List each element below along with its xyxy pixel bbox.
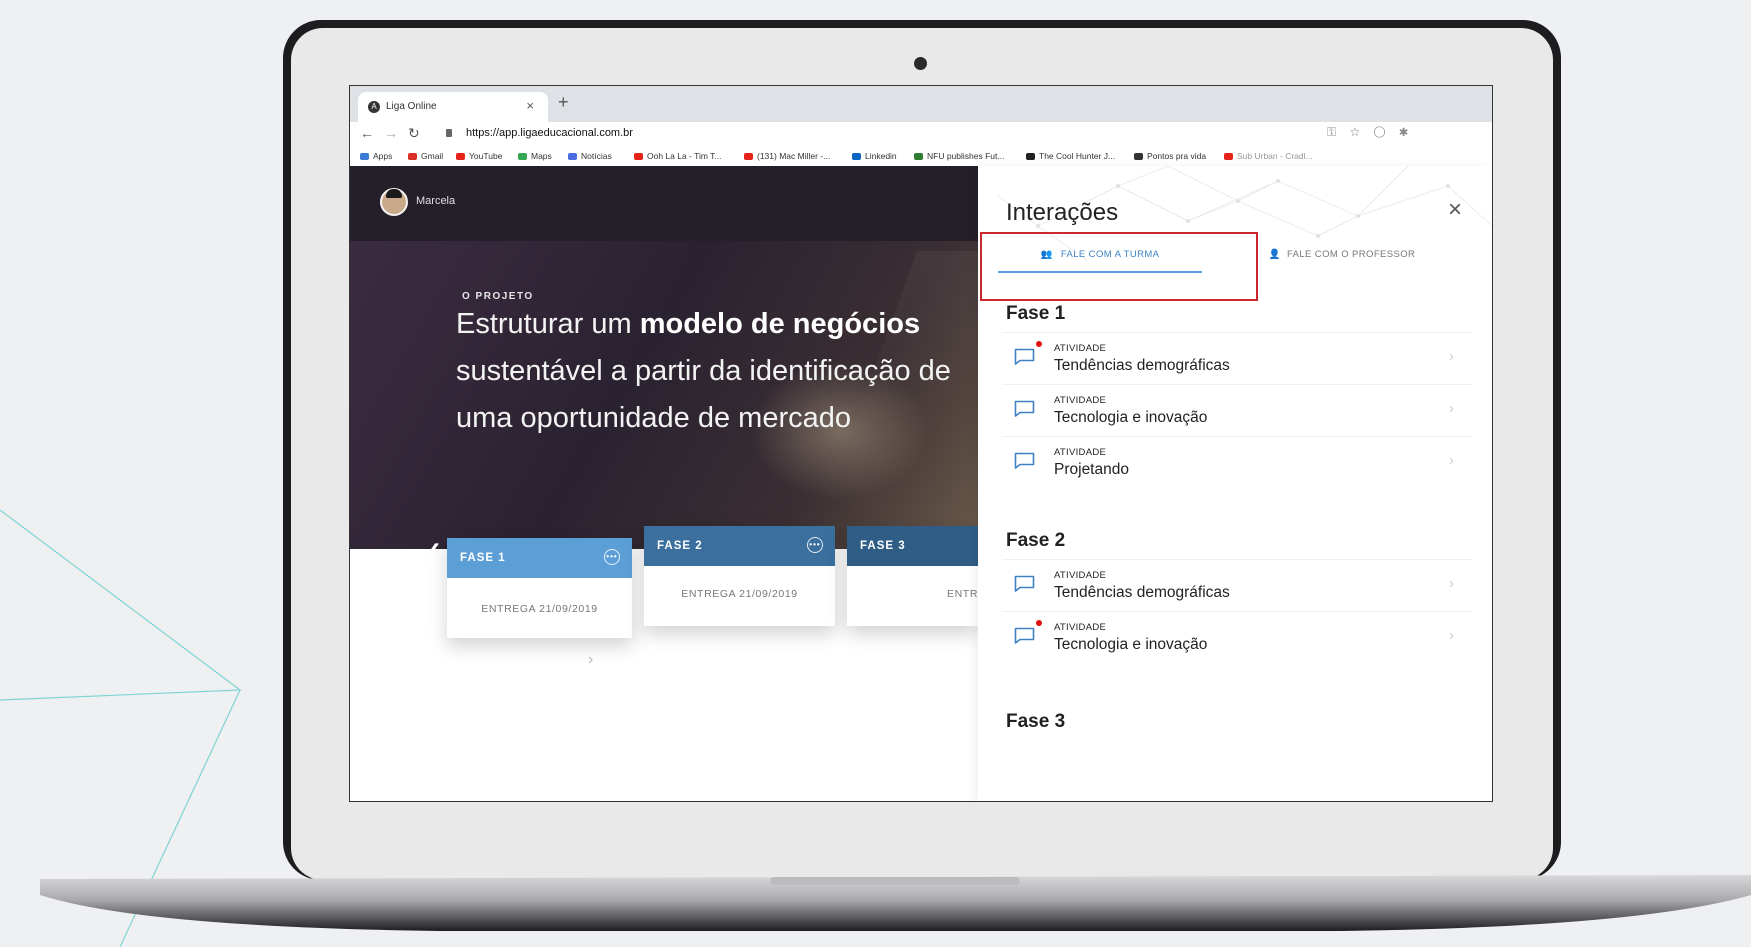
- activity-name: Tecnologia e inovação: [1054, 636, 1208, 653]
- phase-card[interactable]: FASE 2 ••• ENTREGA 21/09/2019: [644, 526, 835, 626]
- user-icon: 👤: [1268, 249, 1281, 260]
- phase-card-label: FASE 1: [460, 552, 506, 564]
- carousel-prev-icon[interactable]: ‹: [430, 531, 440, 549]
- chevron-right-icon[interactable]: ›: [588, 651, 593, 669]
- tab-title: Liga Online: [386, 101, 437, 112]
- browser-tab[interactable]: A Liga Online ×: [358, 92, 548, 122]
- chevron-right-icon: ›: [1449, 575, 1454, 592]
- activity-kind: ATIVIDADE: [1054, 622, 1107, 633]
- laptop-screen: A Liga Online × + ← → ↻ https://app.liga…: [349, 85, 1493, 802]
- bookmark-item[interactable]: (131) Mac Miller -...: [744, 151, 830, 161]
- new-tab-button[interactable]: +: [558, 92, 569, 113]
- phase-card-header: FASE 3: [847, 526, 978, 566]
- close-icon[interactable]: ×: [1448, 196, 1462, 224]
- phase-card[interactable]: FASE 3 ENTR: [847, 526, 978, 626]
- chevron-right-icon: ›: [1449, 452, 1454, 469]
- chat-icon: [1014, 575, 1035, 592]
- chat-icon: [1014, 348, 1035, 365]
- phase-group-title: Fase 3: [1006, 711, 1066, 732]
- panel-title: Interações: [1006, 199, 1119, 226]
- headline-part: Estruturar um: [456, 308, 640, 340]
- bookmark-item[interactable]: Pontos pra vida: [1134, 151, 1206, 161]
- url-toolbar-icons[interactable]: ⚿☆◯✱: [1327, 125, 1422, 140]
- activity-item[interactable]: ATIVIDADE Projetando ›: [1002, 436, 1472, 489]
- bookmark-item[interactable]: NFU publishes Fut...: [914, 151, 1004, 161]
- chat-icon: [1014, 627, 1035, 644]
- bookmark-item[interactable]: The Cool Hunter J...: [1026, 151, 1115, 161]
- phase-card-delivery: ENTREGA 21/09/2019: [681, 588, 798, 600]
- phase-card-delivery: ENTREGA 21/09/2019: [481, 603, 598, 615]
- phase-card-label: FASE 2: [657, 540, 703, 552]
- activity-item[interactable]: ATIVIDADE Tecnologia e inovação ›: [1002, 384, 1472, 437]
- activity-kind: ATIVIDADE: [1054, 570, 1107, 581]
- activity-item[interactable]: ATIVIDADE Tecnologia e inovação ›: [1002, 611, 1472, 664]
- activity-kind: ATIVIDADE: [1054, 395, 1107, 406]
- bookmark-item[interactable]: Maps: [518, 151, 552, 161]
- forward-icon[interactable]: →: [384, 125, 398, 141]
- bookmark-item[interactable]: YouTube: [456, 151, 502, 161]
- reload-icon[interactable]: ↻: [408, 125, 420, 142]
- browser-tab-bar: A Liga Online × +: [350, 86, 1492, 122]
- tab-fale-com-o-professor[interactable]: 👤 FALE COM O PROFESSOR: [1242, 241, 1442, 271]
- phase-card-header: FASE 1 •••: [447, 538, 632, 578]
- phase-card-delivery: ENTR: [947, 588, 978, 600]
- activity-name: Tecnologia e inovação: [1054, 409, 1208, 426]
- url-input[interactable]: https://app.ligaeducacional.com.br: [466, 127, 633, 139]
- interactions-panel: Interações × 👥 FALE COM A TURMA 👤 FALE COM…: [978, 166, 1492, 801]
- more-options-icon[interactable]: •••: [604, 549, 620, 565]
- bookmark-item[interactable]: Notícias: [568, 151, 612, 161]
- activity-name: Projetando: [1054, 461, 1129, 478]
- chat-icon: [1014, 400, 1035, 417]
- avatar[interactable]: [380, 188, 408, 216]
- project-headline: Estruturar um modelo de negócios sustent…: [456, 301, 976, 442]
- chevron-right-icon: ›: [1449, 400, 1454, 417]
- unread-dot: [1036, 620, 1042, 626]
- activity-item[interactable]: ATIVIDADE Tendências demográficas ›: [1002, 332, 1472, 385]
- more-options-icon[interactable]: •••: [807, 537, 823, 553]
- bookmark-item[interactable]: Linkedin: [852, 151, 897, 161]
- phase-group-title: Fase 2: [1006, 530, 1066, 551]
- app-header: Marcela: [350, 166, 978, 241]
- headline-part: sustentável a partir da identificação de…: [456, 355, 951, 434]
- phase-card-label: FASE 3: [860, 540, 906, 552]
- chevron-right-icon: ›: [1449, 348, 1454, 365]
- bookmark-item[interactable]: Gmail: [408, 151, 443, 161]
- phase-card[interactable]: FASE 1 ••• ENTREGA 21/09/2019: [447, 538, 632, 638]
- angular-icon: A: [368, 101, 380, 113]
- unread-dot: [1036, 341, 1042, 347]
- chat-icon: [1014, 452, 1035, 469]
- headline-bold: modelo de negócios: [639, 308, 921, 340]
- bookmarks-bar: Apps Gmail YouTube Maps Notícias Ooh La …: [350, 146, 1492, 167]
- project-hero: O PROJETO Estruturar um modelo de negóci…: [350, 241, 978, 549]
- bookmark-item[interactable]: Apps: [360, 151, 392, 161]
- activity-item[interactable]: ATIVIDADE Tendências demográficas ›: [1002, 559, 1472, 612]
- chevron-right-icon: ›: [1449, 627, 1454, 644]
- laptop-base: [40, 875, 1751, 931]
- phase-group-title: Fase 1: [1006, 303, 1066, 324]
- close-tab-icon[interactable]: ×: [526, 98, 534, 113]
- app-page: Marcela O PROJETO Estruturar um modelo d…: [350, 166, 1492, 801]
- activity-name: Tendências demográficas: [1054, 357, 1230, 374]
- activity-kind: ATIVIDADE: [1054, 447, 1107, 458]
- camera-icon: [914, 57, 927, 70]
- activity-name: Tendências demográficas: [1054, 584, 1230, 601]
- lock-icon: [446, 129, 452, 137]
- user-name: Marcela: [416, 195, 456, 207]
- highlight-box: [980, 232, 1258, 301]
- activity-kind: ATIVIDADE: [1054, 343, 1107, 354]
- tab-label: FALE COM O PROFESSOR: [1286, 249, 1416, 260]
- address-bar: ← → ↻ https://app.ligaeducacional.com.br…: [350, 122, 1492, 146]
- bookmark-item[interactable]: Ooh La La - Tim T...: [634, 151, 722, 161]
- back-icon[interactable]: ←: [360, 125, 374, 141]
- phase-card-header: FASE 2 •••: [644, 526, 835, 566]
- bookmark-item[interactable]: Sub Urban - Cradl...: [1224, 151, 1313, 161]
